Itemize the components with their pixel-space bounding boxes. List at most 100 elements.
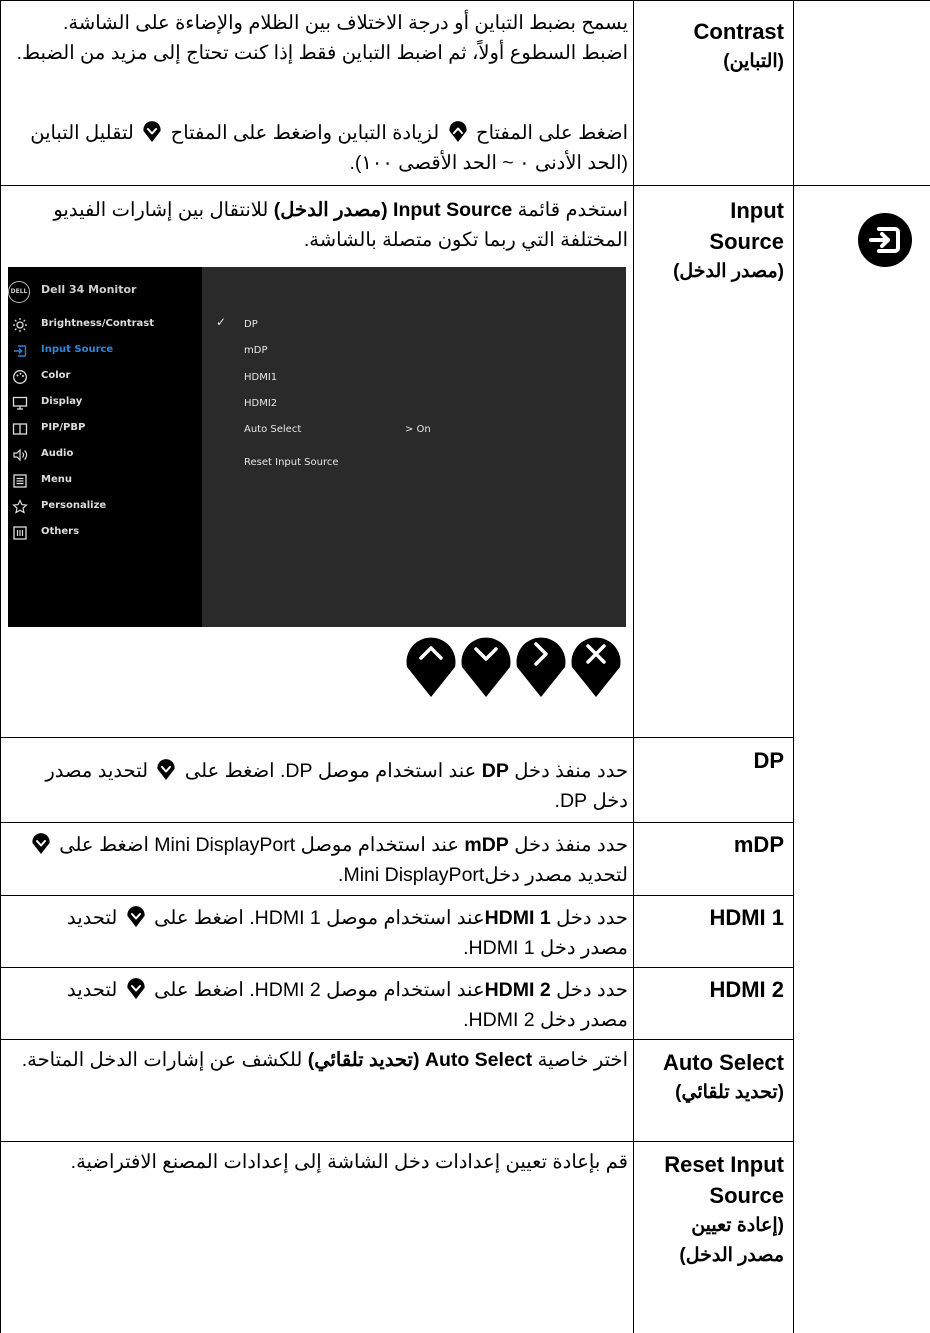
text: عند استخدام موصل DP. اضغط على bbox=[184, 760, 477, 782]
option-name: HDMI 1 bbox=[484, 907, 551, 929]
down-key-icon bbox=[157, 759, 176, 780]
osd-title: Dell 34 Monitor bbox=[41, 283, 137, 296]
table-border-left bbox=[0, 0, 1, 1333]
text: عند استخدام موصل HDMI 1. اضغط على bbox=[154, 907, 485, 929]
osd-menu-item-color[interactable]: Color bbox=[12, 367, 202, 387]
osd-option-auto-select[interactable]: Auto Select bbox=[244, 424, 301, 435]
up-key-icon bbox=[448, 121, 467, 142]
input-source-icon bbox=[858, 213, 912, 267]
osd-menu-item-input-source[interactable]: Input Source bbox=[12, 341, 202, 361]
row-divider bbox=[0, 1039, 793, 1040]
up-button[interactable] bbox=[406, 637, 456, 697]
dp-description: حدد منفذ دخل DP عند استخدام موصل DP. اضغ… bbox=[16, 756, 628, 816]
feature-title-contrast: Contrast (التباين) bbox=[654, 16, 784, 77]
osd-navigation-buttons bbox=[406, 637, 621, 697]
hdmi2-description: حدد دخل HDMI 2عند استخدام موصل HDMI 2. ا… bbox=[16, 975, 628, 1035]
osd-menu-label: Display bbox=[41, 396, 83, 407]
osd-menu-label: Color bbox=[41, 370, 71, 381]
feature-title-reset-input-source: Reset Input Source (إعادة تعيين مصدر الد… bbox=[654, 1149, 784, 1271]
exit-button[interactable] bbox=[571, 637, 621, 697]
contrast-description: يسمح بضبط التباين أو درجة الاختلاف بين ا… bbox=[16, 12, 628, 64]
osd-menu-label: PIP/PBP bbox=[41, 422, 86, 433]
osd-auto-select-value: > On bbox=[405, 424, 431, 435]
feature-title-auto-select: Auto Select (تحديد تلقائي) bbox=[654, 1047, 784, 1108]
text: عند استخدام موصل Mini DisplayPort اضغط ع… bbox=[59, 834, 459, 856]
row-divider bbox=[0, 1141, 793, 1142]
osd-submenu-panel bbox=[202, 267, 626, 627]
hdmi1-description: حدد دخل HDMI 1عند استخدام موصل HDMI 1. ا… bbox=[16, 903, 628, 963]
down-button[interactable] bbox=[461, 637, 511, 697]
osd-menu-label: Menu bbox=[41, 474, 72, 485]
reset-input-source-description: قم بإعادة تعيين إعدادات دخل الشاشة إلى إ… bbox=[70, 1151, 628, 1173]
osd-menu-label: Input Source bbox=[41, 344, 114, 355]
feature-title-en: HDMI 2 bbox=[709, 977, 784, 1002]
others-icon bbox=[13, 526, 27, 540]
text: حدد منفذ دخل bbox=[514, 760, 628, 782]
osd-menu-label: Others bbox=[41, 526, 80, 537]
osd-menu-item-others[interactable]: Others bbox=[12, 523, 202, 543]
down-key-icon bbox=[127, 906, 145, 927]
osd-menu-item-pip-pbp[interactable]: PIP/PBP bbox=[12, 419, 202, 439]
down-key-icon bbox=[143, 121, 161, 142]
menu-name-en: Input Source bbox=[393, 199, 513, 221]
text: اختر خاصية bbox=[537, 1049, 628, 1071]
menu-name-ar: (مصدر الدخل) bbox=[273, 199, 388, 221]
osd-menu-screenshot: DELL Dell 34 Monitor Brightness/Contrast… bbox=[8, 267, 626, 627]
star-icon bbox=[12, 499, 28, 514]
osd-menu-item-menu[interactable]: Menu bbox=[12, 471, 202, 491]
option-name-ar: (تحديد تلقائي) bbox=[307, 1049, 420, 1071]
feature-title-en: Contrast bbox=[693, 19, 784, 44]
feature-title-en: mDP bbox=[733, 832, 784, 857]
right-button[interactable] bbox=[516, 637, 566, 697]
option-name-en: Auto Select bbox=[424, 1049, 533, 1071]
osd-option-hdmi1[interactable]: HDMI1 bbox=[244, 372, 277, 383]
feature-title-dp: DP bbox=[654, 745, 784, 776]
color-icon bbox=[13, 370, 27, 384]
osd-option-reset-input-source[interactable]: Reset Input Source bbox=[244, 457, 339, 468]
text: عند استخدام موصل HDMI 2. اضغط على bbox=[154, 979, 485, 1001]
osd-option-dp[interactable]: DP bbox=[244, 319, 258, 330]
feature-title-en: Auto Select bbox=[662, 1050, 784, 1075]
row-divider bbox=[0, 895, 793, 896]
pip-pbp-icon bbox=[12, 423, 28, 435]
down-key-icon bbox=[127, 978, 145, 999]
table-divider-icon bbox=[793, 0, 794, 1333]
osd-menu-item-personalize[interactable]: Personalize bbox=[12, 497, 202, 517]
feature-title-en: DP bbox=[753, 748, 784, 773]
input-source-description: استخدم قائمة Input Source (مصدر الدخل) ل… bbox=[16, 195, 628, 255]
down-key-icon bbox=[32, 833, 50, 854]
text: حدد دخل bbox=[556, 979, 628, 1001]
osd-option-mdp[interactable]: mDP bbox=[244, 345, 267, 356]
row-divider bbox=[0, 822, 793, 823]
feature-title-ar: (مصدر الدخل) bbox=[673, 261, 784, 282]
feature-title-mdp: mDP bbox=[654, 829, 784, 860]
osd-menu-item-audio[interactable]: Audio bbox=[12, 445, 202, 465]
feature-title-en: Reset Input Source bbox=[664, 1152, 784, 1208]
text: استخدم قائمة bbox=[517, 199, 628, 221]
display-icon bbox=[12, 396, 28, 410]
input-source-icon bbox=[14, 345, 27, 357]
text: لزيادة التباين واضغط على المفتاح bbox=[170, 122, 440, 144]
selected-check-icon: ✓ bbox=[216, 315, 227, 329]
mdp-description: حدد منفذ دخل mDP عند استخدام موصل Mini D… bbox=[16, 830, 628, 890]
text: حدد دخل bbox=[556, 907, 628, 929]
osd-menu-label: Brightness/Contrast bbox=[41, 318, 155, 329]
feature-title-en: Input Source bbox=[709, 198, 784, 254]
row-divider bbox=[0, 967, 793, 968]
option-name: HDMI 2 bbox=[484, 979, 551, 1001]
feature-title-hdmi2: HDMI 2 bbox=[654, 974, 784, 1005]
feature-title-input-source: Input Source (مصدر الدخل) bbox=[654, 195, 784, 287]
text: حدد منفذ دخل bbox=[514, 834, 628, 856]
feature-title-ar: (إعادة تعيين مصدر الدخل) bbox=[679, 1215, 784, 1266]
osd-option-hdmi2[interactable]: HDMI2 bbox=[244, 398, 277, 409]
table-divider-desc bbox=[633, 0, 634, 1333]
feature-title-ar: (التباين) bbox=[723, 51, 784, 72]
osd-menu-item-brightness-contrast[interactable]: Brightness/Contrast bbox=[12, 315, 202, 335]
dell-logo: DELL bbox=[8, 281, 30, 303]
text: للكشف عن إشارات الدخل المتاحة. bbox=[21, 1049, 303, 1071]
osd-menu-item-display[interactable]: Display bbox=[12, 393, 202, 413]
text: اضغط على المفتاح bbox=[476, 122, 628, 144]
audio-icon bbox=[13, 448, 28, 462]
auto-select-description: اختر خاصية Auto Select (تحديد تلقائي) لل… bbox=[16, 1045, 628, 1075]
option-name: DP bbox=[481, 760, 509, 782]
